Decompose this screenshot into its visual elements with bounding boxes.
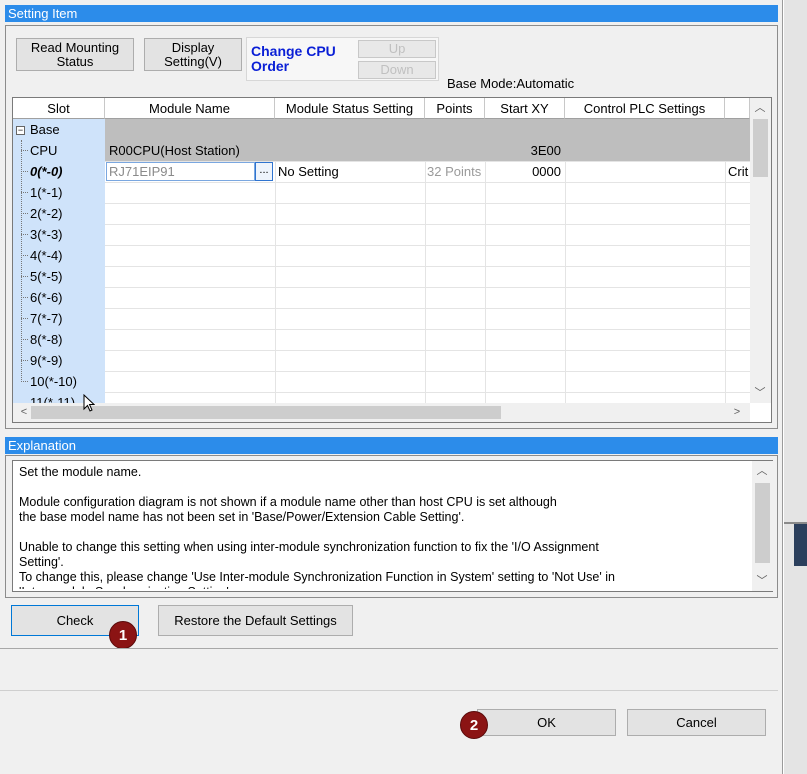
collapse-icon[interactable]: − [16,126,25,135]
divider [0,648,778,649]
cpu-start-xy[interactable]: 3E00 [485,140,561,161]
horizontal-scroll-thumb[interactable] [31,406,501,419]
control-plc-value[interactable]: Crit [728,161,750,182]
slot-9[interactable]: 9(*-9) [30,350,63,371]
slot-6[interactable]: 6(*-6) [30,287,63,308]
slot-2[interactable]: 2(*-2) [30,203,63,224]
slot-0[interactable]: 0(*-0) [30,161,63,182]
slot-7[interactable]: 7(*-7) [30,308,63,329]
grid-vertical-scrollbar[interactable]: ︿ ﹀ [750,98,771,403]
cpu-module-name[interactable]: R00CPU(Host Station) [109,140,240,161]
vertical-scroll-thumb[interactable] [753,119,768,177]
explanation-box: Set the module name. Module configuratio… [12,460,773,592]
column-header-points[interactable]: Points [425,98,485,119]
tree-base-label[interactable]: Base [30,119,60,140]
explanation-scroll-down-icon[interactable]: ﹀ [755,574,769,588]
column-header-start-xy[interactable]: Start XY [485,98,565,119]
step-badge-2: 2 [460,711,488,739]
cancel-button[interactable]: Cancel [627,709,766,736]
module-grid[interactable]: Slot Module Name Module Status Setting P… [12,97,772,423]
column-header-slot[interactable]: Slot [13,98,105,119]
slot-4[interactable]: 4(*-4) [30,245,63,266]
browse-module-button[interactable]: ... [255,162,273,181]
slot-8[interactable]: 8(*-8) [30,329,63,350]
read-mounting-status-button[interactable]: Read Mounting Status [16,38,134,71]
column-header-extra [725,98,750,119]
scroll-down-icon[interactable]: ﹀ [753,386,767,400]
scroll-left-icon[interactable]: < [17,405,31,419]
down-button[interactable]: Down [358,61,436,79]
base-mode-text: Base Mode:Automatic [447,76,575,91]
start-xy-value[interactable]: 0000 [485,161,561,182]
explanation-scroll-up-icon[interactable]: ︿ [755,464,769,478]
divider-lower [0,690,778,691]
slot-10[interactable]: 10(*-10) [30,371,77,392]
up-button[interactable]: Up [358,40,436,58]
restore-default-settings-button[interactable]: Restore the Default Settings [158,605,353,636]
background-window-edge [784,0,807,774]
setting-item-header: Setting Item [5,5,778,22]
base-row-fill [105,119,750,140]
slot-1[interactable]: 1(*-1) [30,182,63,203]
step-badge-1: 1 [109,621,137,649]
column-header-control-plc[interactable]: Control PLC Settings [565,98,725,119]
explanation-scroll-thumb[interactable] [755,483,770,563]
slot-5[interactable]: 5(*-5) [30,266,63,287]
mouse-cursor-icon [83,394,95,412]
explanation-header: Explanation [5,437,778,454]
slot-3[interactable]: 3(*-3) [30,224,63,245]
slot-11[interactable]: 11(*-11) [30,392,75,403]
explanation-scrollbar[interactable]: ︿ ﹀ [752,461,773,591]
change-cpu-order-box: Change CPU Order Up Down [246,37,439,81]
scroll-right-icon[interactable]: > [730,405,744,419]
explanation-text: Set the module name. Module configuratio… [19,465,615,589]
display-setting-button[interactable]: Display Setting(V) [144,38,242,71]
module-status-setting-value[interactable]: No Setting [278,161,339,182]
scroll-up-icon[interactable]: ︿ [753,101,767,115]
slot-cpu[interactable]: CPU [30,140,57,161]
column-header-module-status[interactable]: Module Status Setting [275,98,425,119]
points-value[interactable]: 32 Points [427,161,483,182]
grid-horizontal-scrollbar[interactable]: < > [13,403,750,422]
module-name-value: RJ71EIP91 [109,164,175,179]
change-cpu-order-label: Change CPU Order [251,43,336,74]
ok-button[interactable]: OK [477,709,616,736]
module-name-input[interactable]: RJ71EIP91 [106,162,255,181]
column-header-module-name[interactable]: Module Name [105,98,275,119]
